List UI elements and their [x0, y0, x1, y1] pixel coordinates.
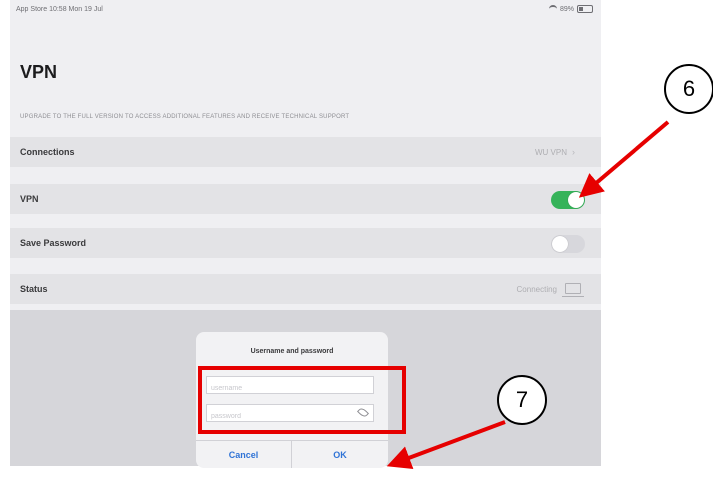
- arrow-to-vpn-toggle: [578, 120, 670, 198]
- arrow-to-ok-button: [386, 420, 506, 470]
- annotation-arrows: [386, 120, 670, 470]
- callout-7: 7: [497, 375, 547, 425]
- callout-6: 6: [664, 64, 713, 114]
